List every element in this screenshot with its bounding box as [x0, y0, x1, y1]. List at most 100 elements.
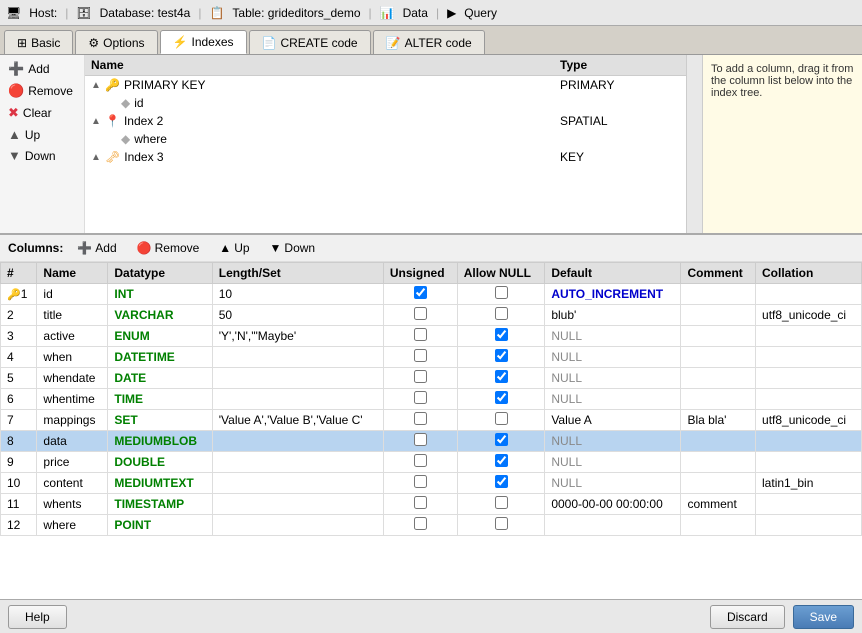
cell-comment	[681, 284, 756, 305]
tree-row-idx3[interactable]: ▲ 🗝 Index 3 KEY	[85, 148, 686, 166]
index-sidebar: ➕ Add 🔴 Remove ✖ Clear ▲ Up ▼ Down	[0, 55, 85, 233]
cell-datatype: SET	[108, 410, 212, 431]
col-remove-button[interactable]: 🔴 Remove	[131, 239, 206, 257]
cell-length	[212, 494, 383, 515]
help-button[interactable]: Help	[8, 605, 67, 629]
cell-length	[212, 431, 383, 452]
cell-collation	[756, 431, 862, 452]
bottom-bar: Help Discard Save	[0, 599, 862, 633]
table-row[interactable]: 9 price DOUBLE NULL	[1, 452, 862, 473]
index-scrollbar[interactable]	[686, 55, 702, 233]
cell-num: 12	[1, 515, 37, 536]
table-row[interactable]: 6 whentime TIME NULL	[1, 389, 862, 410]
table-row[interactable]: 3 active ENUM 'Y','N','"Maybe' NULL	[1, 326, 862, 347]
table-row[interactable]: 12 where POINT	[1, 515, 862, 536]
cell-default: AUTO_INCREMENT	[545, 284, 681, 305]
cell-collation	[756, 494, 862, 515]
index-down-button[interactable]: ▼ Down	[4, 146, 80, 165]
table-row[interactable]: 🔑1 id INT 10 AUTO_INCREMENT	[1, 284, 862, 305]
table-icon: 📋	[209, 6, 224, 20]
tab-create[interactable]: 📄 CREATE code	[249, 30, 371, 54]
cell-default: NULL	[545, 347, 681, 368]
cell-num: 10	[1, 473, 37, 494]
index-up-button[interactable]: ▲ Up	[4, 125, 80, 144]
table-row[interactable]: 4 when DATETIME NULL	[1, 347, 862, 368]
cell-default: NULL	[545, 473, 681, 494]
cell-name: data	[37, 431, 108, 452]
cell-length	[212, 452, 383, 473]
cell-collation: utf8_unicode_ci	[756, 305, 862, 326]
cell-allownull	[457, 431, 545, 452]
table-row[interactable]: 7 mappings SET 'Value A','Value B','Valu…	[1, 410, 862, 431]
main-content: ➕ Add 🔴 Remove ✖ Clear ▲ Up ▼ Down Nam	[0, 55, 862, 599]
cell-comment: comment	[681, 494, 756, 515]
tab-options[interactable]: ⚙ Options	[75, 30, 157, 54]
cell-default: NULL	[545, 389, 681, 410]
table-row[interactable]: 2 title VARCHAR 50 blub' utf8_unicode_ci	[1, 305, 862, 326]
cell-default: NULL	[545, 368, 681, 389]
tree-row-pk[interactable]: ▲ 🔑 PRIMARY KEY PRIMARY	[85, 76, 686, 94]
cell-num: 11	[1, 494, 37, 515]
cell-num: 2	[1, 305, 37, 326]
spatial-icon: 📍	[105, 114, 120, 128]
tree-row-pk-id[interactable]: ◆ id	[85, 94, 686, 112]
database-icon: 🗄	[76, 6, 91, 20]
index-remove-button[interactable]: 🔴 Remove	[4, 81, 80, 101]
col-header-allownull: Allow NULL	[457, 263, 545, 284]
cell-num: 🔑1	[1, 284, 37, 305]
cell-comment	[681, 305, 756, 326]
cell-name: mappings	[37, 410, 108, 431]
basic-icon: ⊞	[17, 36, 27, 50]
col-header-datatype: Datatype	[108, 263, 212, 284]
data-tab-label[interactable]: Data	[403, 6, 428, 20]
cell-datatype: ENUM	[108, 326, 212, 347]
cell-comment	[681, 389, 756, 410]
cell-allownull	[457, 473, 545, 494]
cell-comment	[681, 326, 756, 347]
index-add-button[interactable]: ➕ Add	[4, 59, 80, 79]
cell-default: NULL	[545, 452, 681, 473]
col-add-button[interactable]: ➕ Add	[71, 239, 122, 257]
query-tab-label[interactable]: Query	[464, 6, 497, 20]
cell-datatype: DOUBLE	[108, 452, 212, 473]
tree-row-idx2[interactable]: ▲ 📍 Index 2 SPATIAL	[85, 112, 686, 130]
cell-unsigned	[383, 326, 457, 347]
tab-alter[interactable]: 📝 ALTER code	[373, 30, 485, 54]
cell-unsigned	[383, 389, 457, 410]
table-row[interactable]: 11 whents TIMESTAMP 0000-00-00 00:00:00 …	[1, 494, 862, 515]
col-down-icon: ▼	[270, 241, 282, 255]
col-down-button[interactable]: ▼ Down	[264, 239, 322, 257]
data-icon: 📊	[380, 6, 395, 20]
cell-length: 50	[212, 305, 383, 326]
alter-icon: 📝	[386, 36, 401, 50]
tree-row-idx2-where[interactable]: ◆ where	[85, 130, 686, 148]
cell-unsigned	[383, 452, 457, 473]
table-row[interactable]: 8 data MEDIUMBLOB NULL	[1, 431, 862, 452]
cell-unsigned	[383, 305, 457, 326]
host-label: Host:	[29, 6, 57, 20]
cell-allownull	[457, 410, 545, 431]
cell-allownull	[457, 368, 545, 389]
tab-basic[interactable]: ⊞ Basic	[4, 30, 73, 54]
server-icon: 🖥	[6, 6, 21, 20]
col-header-name: Name	[37, 263, 108, 284]
cell-length	[212, 515, 383, 536]
columns-panel: Columns: ➕ Add 🔴 Remove ▲ Up ▼ Down	[0, 235, 862, 599]
table-row[interactable]: 10 content MEDIUMTEXT NULL latin1_bin	[1, 473, 862, 494]
col-up-button[interactable]: ▲ Up	[213, 239, 255, 257]
columns-label: Columns:	[8, 241, 63, 255]
cell-num: 3	[1, 326, 37, 347]
table-row[interactable]: 5 whendate DATE NULL	[1, 368, 862, 389]
cell-collation	[756, 389, 862, 410]
cell-default: 0000-00-00 00:00:00	[545, 494, 681, 515]
cell-num: 7	[1, 410, 37, 431]
index-icon: 🗝	[105, 150, 120, 164]
save-button[interactable]: Save	[793, 605, 854, 629]
expand-icon: ▲	[91, 80, 101, 91]
index-clear-button[interactable]: ✖ Clear	[4, 103, 80, 123]
col-up-icon: ▲	[219, 241, 231, 255]
discard-button[interactable]: Discard	[710, 605, 785, 629]
tab-indexes[interactable]: ⚡ Indexes	[160, 30, 247, 54]
cell-collation	[756, 284, 862, 305]
cell-unsigned	[383, 431, 457, 452]
